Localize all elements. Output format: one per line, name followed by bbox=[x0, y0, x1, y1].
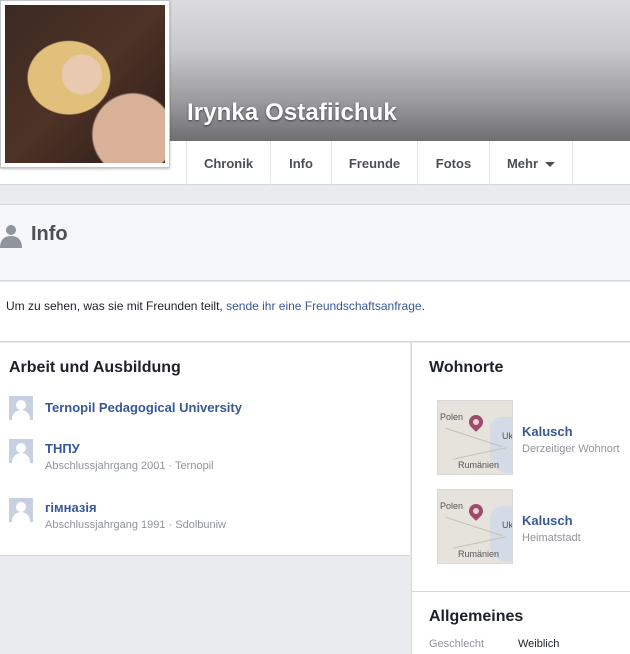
education-detail: Abschlussjahrgang 1991 · Sdolbuniw bbox=[45, 519, 227, 531]
tab-mehr[interactable]: Mehr bbox=[489, 141, 573, 185]
education-name[interactable]: Ternopil Pedagogical University bbox=[45, 400, 242, 415]
avatar bbox=[5, 5, 165, 163]
map-label: Ukr bbox=[502, 431, 513, 441]
map-pin-icon bbox=[466, 501, 486, 521]
gender-value: Weiblich bbox=[518, 638, 560, 650]
education-name[interactable]: ТНПУ bbox=[45, 441, 80, 456]
place-hometown: Polen Ukr Rumänien Kalusch Heimatstadt bbox=[437, 489, 627, 567]
school-icon[interactable] bbox=[9, 439, 33, 463]
gender-label: Geschlecht bbox=[429, 638, 485, 650]
divider bbox=[412, 591, 630, 592]
school-icon[interactable] bbox=[9, 498, 33, 522]
place-detail: Derzeitiger Wohnort bbox=[522, 443, 620, 455]
place-current: Polen Ukr Rumänien Kalusch Derzeitiger W… bbox=[437, 400, 627, 478]
friend-request-notice: Um zu sehen, was sie mit Freunden teilt,… bbox=[0, 282, 630, 342]
place-name[interactable]: Kalusch bbox=[522, 424, 573, 439]
tab-fotos[interactable]: Fotos bbox=[417, 141, 489, 185]
info-header: Info bbox=[0, 204, 630, 281]
section-title-basic: Allgemeines bbox=[429, 608, 524, 625]
education-detail: Abschlussjahrgang 2001 · Ternopil bbox=[45, 460, 214, 472]
map-thumbnail[interactable]: Polen Ukr Rumänien bbox=[437, 400, 513, 475]
map-label: Ukr bbox=[502, 520, 513, 530]
work-education-section: Arbeit und Ausbildung Ternopil Pedagogic… bbox=[0, 343, 410, 556]
profile-name[interactable]: Irynka Ostafiichuk bbox=[187, 99, 397, 127]
notice-text: Um zu sehen, was sie mit Freunden teilt, bbox=[6, 299, 227, 313]
notice-suffix: . bbox=[421, 299, 425, 313]
nav-tabs: Chronik Info Freunde Fotos Mehr bbox=[186, 141, 573, 185]
friend-request-link[interactable]: sende ihr eine Freundschaftsanfrage bbox=[226, 299, 421, 313]
map-pin-icon bbox=[466, 412, 486, 432]
profile-picture[interactable] bbox=[0, 0, 170, 168]
map-label: Rumänien bbox=[458, 549, 500, 559]
place-name[interactable]: Kalusch bbox=[522, 513, 573, 528]
map-label: Polen bbox=[440, 412, 464, 422]
school-icon[interactable] bbox=[9, 396, 33, 420]
section-title-work: Arbeit und Ausbildung bbox=[9, 359, 181, 376]
chevron-down-icon bbox=[545, 161, 556, 167]
map-label: Polen bbox=[440, 501, 464, 511]
places-section: Wohnorte Polen Ukr Rumänien Kalusch Derz… bbox=[411, 343, 630, 654]
map-label: Rumänien bbox=[458, 460, 500, 470]
map-thumbnail[interactable]: Polen Ukr Rumänien bbox=[437, 489, 513, 564]
tab-freunde[interactable]: Freunde bbox=[331, 141, 417, 185]
tab-info[interactable]: Info bbox=[270, 141, 331, 185]
section-title-places: Wohnorte bbox=[429, 359, 504, 376]
tab-chronik[interactable]: Chronik bbox=[186, 141, 270, 185]
place-detail: Heimatstadt bbox=[522, 532, 581, 544]
person-icon bbox=[0, 225, 22, 248]
page-title: Info bbox=[31, 223, 68, 245]
education-name[interactable]: гімназія bbox=[45, 500, 97, 515]
